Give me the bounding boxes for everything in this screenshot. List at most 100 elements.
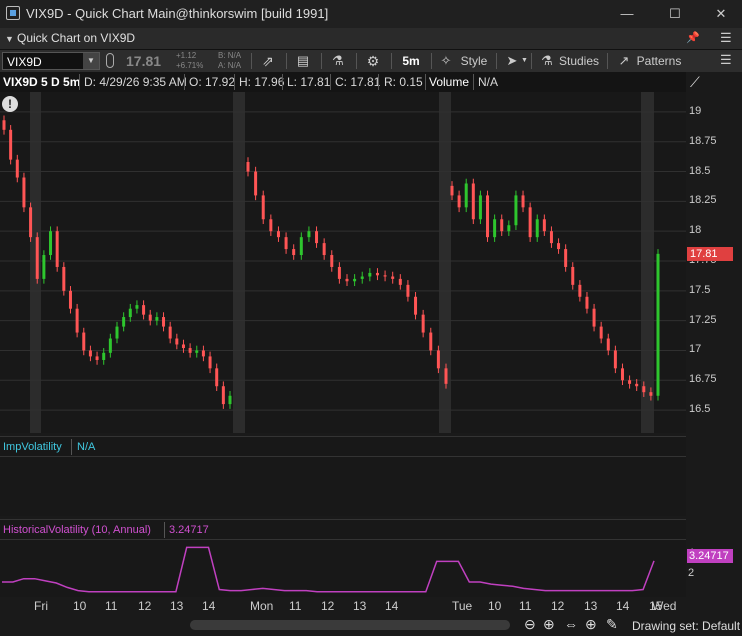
gear-icon[interactable]: ⚙ [361,50,385,72]
time-tick: 11 [519,599,532,613]
candle-body [188,348,192,353]
flask-icon[interactable]: ⚗ [326,50,350,72]
symbol-input[interactable]: VIX9D ▼ [2,52,100,70]
app-icon [6,6,20,20]
crosshair-icon[interactable]: ⊕ [585,616,597,633]
candle-body [9,129,13,160]
timeframe-button[interactable]: 5m [396,50,426,72]
candle-body [315,231,319,244]
candle-body [429,332,433,351]
pan-icon[interactable]: ⇔ [564,616,578,632]
price-pane[interactable]: ! [0,92,686,433]
candle-body [391,276,395,279]
change-pct: +6.71% [176,61,204,70]
panel-header: ▼ Quick Chart on VIX9D 📌 ☰ [0,28,742,50]
info-low: L: 17.81 [287,75,331,89]
candle-body [142,305,146,315]
impvol-axis [686,436,742,516]
symbol-dropdown-icon[interactable]: ▼ [83,53,99,69]
cursor-dropdown-icon[interactable]: ▼ [521,57,528,64]
candle-body [613,350,617,369]
status-bar: ⊖ ⊕ ⇔ ⊕ ✎ Drawing set: Default [0,614,742,636]
drawing-set-label[interactable]: Drawing set: Default [632,619,740,633]
session-break [30,92,41,433]
impvol-pane[interactable]: ImpVolatility N/A [0,436,686,516]
patterns-icon[interactable]: ↗ [616,50,632,72]
price-tick: 18.25 [689,194,717,207]
symbol-period: VIX9D 5 D 5m [3,75,81,89]
candle-body [115,326,119,339]
panel-title: Quick Chart on VIX9D [17,31,136,45]
candle-body [535,219,539,238]
current-price-marker: 17.81 [687,246,733,261]
candle-body [578,284,582,297]
candle-body [162,317,166,327]
candle-body [635,383,639,387]
candle-body [261,195,265,220]
time-tick: 12 [551,599,565,613]
candle-body [22,177,26,208]
cursor-icon[interactable]: ➤ [504,50,520,72]
price-tick: 18.5 [689,164,711,177]
histvol-chart [2,546,655,593]
candle-body [102,352,106,360]
panel-menu-icon[interactable]: ☰ [720,30,732,46]
candle-body [195,350,199,353]
scrollbar-thumb[interactable] [190,620,510,630]
patterns-button[interactable]: Patterns [636,50,682,72]
toolbar-menu-icon[interactable]: ☰ [720,52,732,68]
candle-body [620,368,624,381]
style-button[interactable]: Style [459,50,489,72]
time-tick: 14 [202,599,216,613]
candle-body [414,296,418,315]
link-icon[interactable] [106,53,114,68]
candle-body [571,266,575,285]
zoom-in-icon[interactable]: ⊕ [543,616,555,633]
pin-icon[interactable]: 📌 [686,31,700,44]
candle-body [62,266,66,291]
minimize-button[interactable]: — [604,0,650,28]
studies-button[interactable]: Studies [558,50,600,72]
studies-flask-icon[interactable]: ⚗ [539,50,555,72]
price-tick: 17.25 [689,313,717,326]
price-axis[interactable]: 1918.7518.518.251817.7517.517.251716.751… [686,92,742,433]
volume-value: N/A [478,75,499,89]
candle-body [599,326,603,339]
time-axis[interactable]: Fri 10 11 12 13 14 Mon 11 12 13 14 Tue 10 11 12 13 14 15 W… [0,597,686,614]
candle-body [307,231,311,238]
price-tick: 17.5 [689,283,711,296]
autoscale-area: ⟋ [686,72,742,92]
candle-body [75,308,79,333]
share-icon[interactable]: ⇗ [256,50,280,72]
candle-body [450,185,454,196]
histvol-pane[interactable]: HistoricalVolatility (10, Annual) 3.2471… [0,519,686,597]
candle-body [201,350,205,357]
horizontal-scrollbar[interactable] [190,620,510,630]
candle-body [155,317,159,321]
histvol-value: 3.24717 [169,524,209,536]
candle-body [383,275,387,277]
candle-body [29,207,33,238]
zoom-out-icon[interactable]: ⊖ [524,616,536,633]
candle-body [406,284,410,297]
alert-icon[interactable]: ! [2,96,18,112]
candle-body [148,314,152,321]
drawing-icon[interactable]: ✎ [606,616,618,633]
candle-body [360,276,364,279]
time-tick: 14 [616,599,630,613]
candle-body [500,219,504,232]
maximize-button[interactable]: ☐ [652,0,698,28]
collapse-triangle-icon[interactable]: ▼ [5,34,14,44]
close-button[interactable]: ✕ [698,0,742,28]
time-tick: 11 [105,599,118,613]
candle-body [557,243,561,250]
candle-body [421,314,425,333]
candle-body [486,195,490,238]
price-tick: 18 [689,224,702,237]
chart-settings-icon[interactable]: ▤ [291,50,315,72]
price-tick: 19 [689,104,702,117]
volume-label: Volume [429,75,470,89]
autoscale-icon[interactable]: ⟋ [690,74,700,91]
style-icon[interactable]: ✧ [438,50,454,72]
time-tick: 14 [385,599,399,613]
